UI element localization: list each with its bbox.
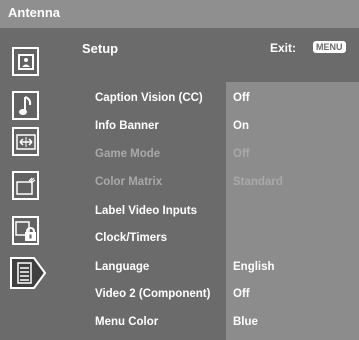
title-bar: Antenna bbox=[0, 0, 359, 28]
menu-value-color-matrix: Standard bbox=[233, 176, 283, 188]
menu-value-language[interactable]: English bbox=[233, 261, 275, 273]
sound-note-icon[interactable] bbox=[12, 91, 39, 120]
picture-icon[interactable] bbox=[12, 47, 39, 76]
screen-size-icon[interactable] bbox=[12, 127, 39, 156]
menu-item-video-2-component[interactable]: Video 2 (Component) bbox=[95, 288, 210, 300]
menu-item-clock-timers[interactable]: Clock/Timers bbox=[95, 232, 167, 244]
menu-item-info-banner[interactable]: Info Banner bbox=[95, 120, 159, 132]
exit-label: Exit: bbox=[270, 41, 297, 55]
channel-icon[interactable] bbox=[12, 171, 39, 200]
menu-item-caption-vision[interactable]: Caption Vision (CC) bbox=[95, 92, 203, 104]
menu-value-caption-vision[interactable]: Off bbox=[233, 92, 250, 104]
menu-value-game-mode: Off bbox=[233, 148, 250, 160]
menu-item-language[interactable]: Language bbox=[95, 261, 149, 273]
setup-icon[interactable] bbox=[10, 257, 46, 289]
menu-value-info-banner[interactable]: On bbox=[233, 120, 249, 132]
menu-value-video-2-component[interactable]: Off bbox=[233, 288, 250, 300]
page-title: Setup bbox=[82, 41, 119, 56]
input-source-title: Antenna bbox=[8, 5, 60, 20]
parental-lock-icon[interactable] bbox=[12, 216, 39, 245]
tv-menu-screen: Antenna Setup Exit: MENU Caption Vision … bbox=[0, 0, 359, 340]
menu-item-label-video-inputs[interactable]: Label Video Inputs bbox=[95, 205, 197, 217]
menu-button-badge[interactable]: MENU bbox=[313, 41, 346, 53]
menu-item-color-matrix: Color Matrix bbox=[95, 176, 163, 188]
menu-item-menu-color[interactable]: Menu Color bbox=[95, 316, 158, 328]
menu-value-menu-color[interactable]: Blue bbox=[233, 316, 258, 328]
menu-item-game-mode: Game Mode bbox=[95, 148, 161, 160]
